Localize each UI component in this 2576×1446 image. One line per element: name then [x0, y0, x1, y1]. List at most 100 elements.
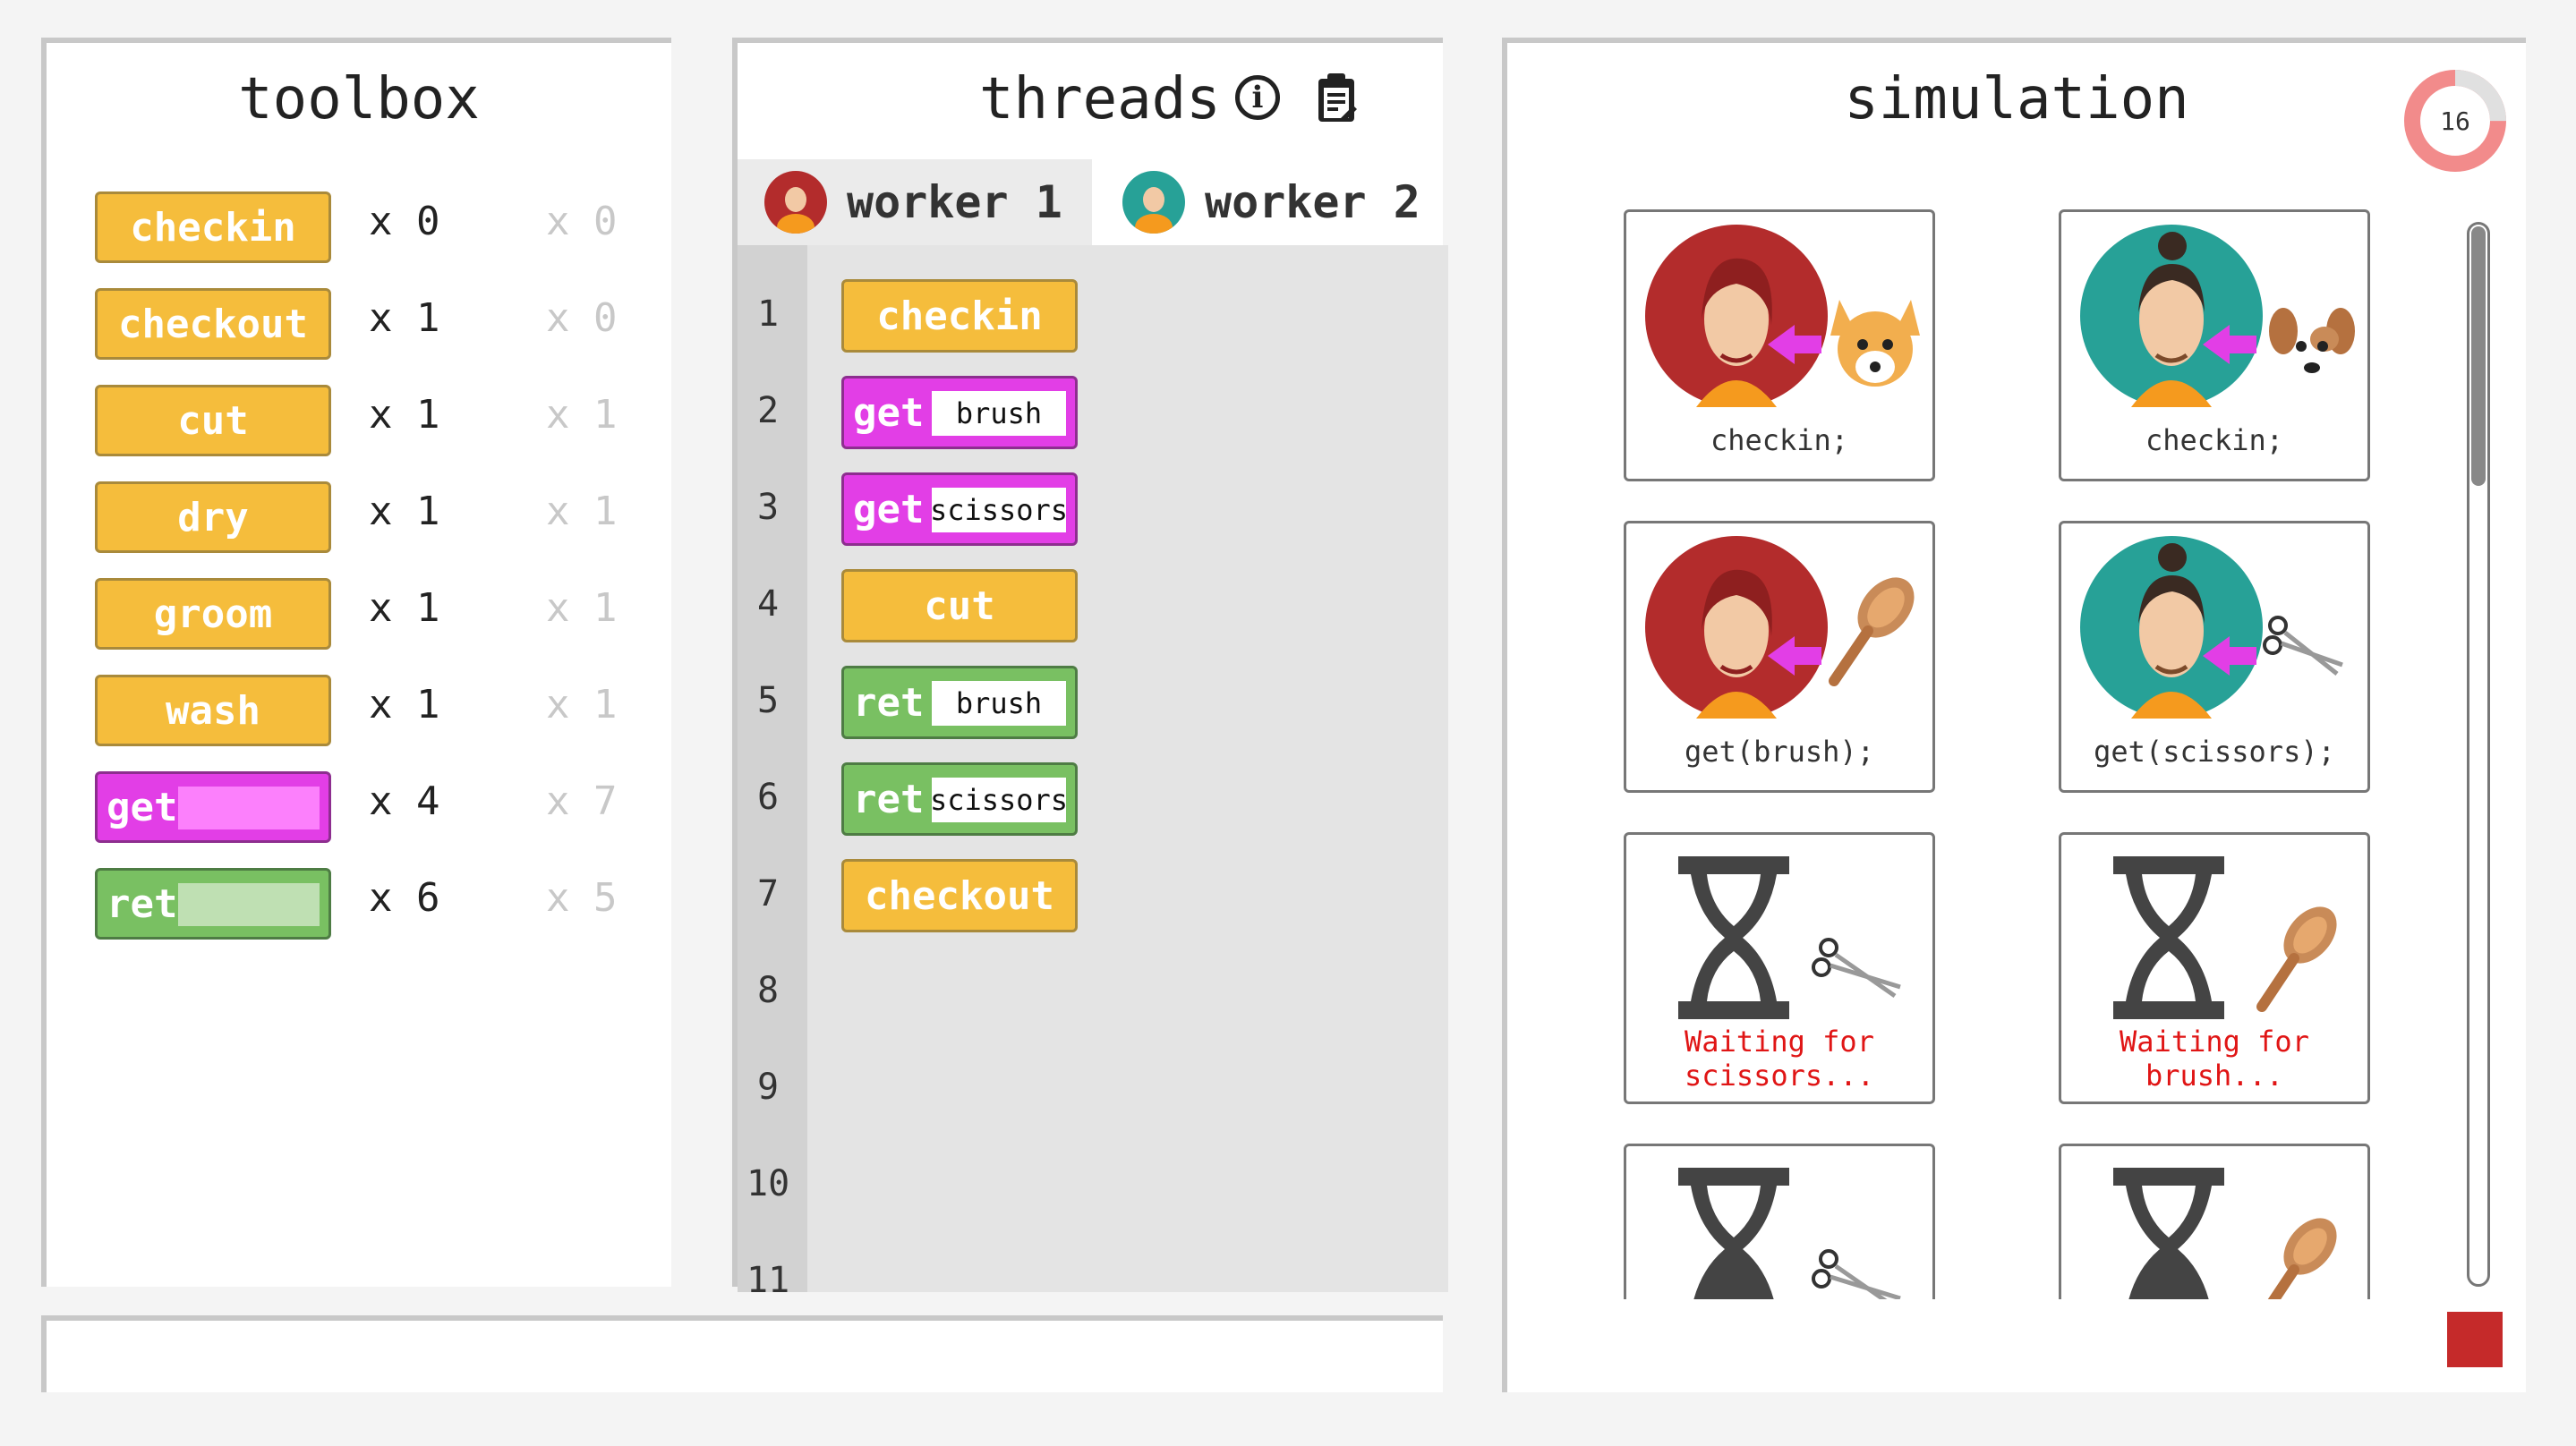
get-block-label: get	[107, 784, 178, 830]
checkout-count: x 1	[369, 295, 440, 341]
cut-count: x 1	[369, 392, 440, 438]
scrollbar-thumb[interactable]	[2471, 226, 2486, 486]
sim-card-label: checkin;	[1710, 423, 1849, 457]
groom-block[interactable]: groom	[95, 578, 331, 650]
groom-count: x 1	[369, 585, 440, 631]
checkin-count: x 0	[369, 199, 440, 244]
threads-panel: threads i worker 1 worker 2 1 2 3 4 5 6 …	[732, 38, 1448, 1292]
toolbox-row-groom: groom x 1 x 1	[95, 578, 686, 653]
line-number: 11	[746, 1260, 790, 1292]
checkout-limit: x 0	[546, 295, 618, 341]
wait-line: Waiting for	[1685, 1025, 1874, 1059]
sim-card: checkin;	[2059, 209, 2370, 481]
line-number: 10	[746, 1163, 790, 1204]
ret-block[interactable]: ret	[95, 868, 331, 940]
wait-line: brush...	[2145, 1059, 2284, 1093]
step-timer: 16	[2402, 68, 2508, 174]
toolbox-panel: toolbox checkin x 0 x 0 checkout x 1 x 0…	[41, 38, 671, 1287]
clipboard-icon[interactable]	[1316, 72, 1357, 123]
code-block-get-scissors[interactable]: get scissors	[841, 472, 1078, 546]
line-number: 4	[757, 583, 780, 625]
code-block-ret-brush[interactable]: ret brush	[841, 666, 1078, 739]
checkin-block[interactable]: checkin	[95, 191, 331, 263]
toolbox-row-wash: wash x 1 x 1	[95, 675, 686, 750]
code-block-arg[interactable]: scissors	[930, 488, 1068, 532]
line-number: 8	[757, 970, 780, 1011]
code-editor[interactable]: 1 2 3 4 5 6 7 8 9 10 11 checkin get brus…	[738, 245, 1448, 1292]
simulation-grid: checkin; checkin; get(brush); get(scisso…	[1507, 204, 2492, 1299]
code-block-checkin[interactable]: checkin	[841, 279, 1078, 353]
code-block-op: get	[853, 389, 925, 436]
simulation-scrollbar[interactable]	[2467, 222, 2490, 1287]
line-number: 1	[757, 293, 780, 335]
timer-value: 16	[2440, 106, 2470, 136]
worker-2-get-scissors-illustration	[2080, 536, 2343, 719]
toolbox-row-checkin: checkin x 0 x 0	[95, 191, 686, 267]
get-limit: x 7	[546, 778, 618, 824]
stop-button[interactable]	[2447, 1312, 2503, 1367]
code-block-arg[interactable]: scissors	[930, 778, 1068, 822]
wash-limit: x 1	[546, 682, 618, 727]
sim-card-label: get(scissors);	[2094, 735, 2335, 769]
toolbox-row-ret: ret x 6 x 5	[95, 868, 686, 943]
sim-card: Waiting for scissors...	[1624, 832, 1935, 1104]
console-panel	[41, 1315, 1443, 1392]
ret-limit: x 5	[546, 875, 618, 921]
wash-block[interactable]: wash	[95, 675, 331, 746]
code-block-arg[interactable]: brush	[932, 391, 1066, 436]
waiting-brush-illustration	[2113, 856, 2337, 1019]
get-count: x 4	[369, 778, 440, 824]
code-block-cut[interactable]: cut	[841, 569, 1078, 642]
code-block-checkout[interactable]: checkout	[841, 859, 1078, 932]
sim-card-label: Waiting for brush...	[2061, 1025, 2367, 1093]
code-block-op: ret	[853, 776, 925, 822]
worker-tabs: worker 1 worker 2	[738, 159, 1448, 245]
code-block-arg[interactable]: brush	[932, 681, 1066, 726]
checkin-limit: x 0	[546, 199, 618, 244]
sim-card: get(brush);	[1624, 521, 1935, 793]
sim-card-label: Waiting for scissors...	[1626, 1025, 1932, 1093]
tab-worker-2-label: worker 2	[1205, 176, 1420, 228]
tab-worker-2[interactable]: worker 2	[1092, 159, 1448, 245]
info-icon[interactable]: i	[1235, 75, 1280, 120]
line-number: 7	[757, 873, 780, 914]
waiting-scissors-illustration	[1678, 1168, 1901, 1299]
cut-limit: x 1	[546, 392, 618, 438]
dry-count: x 1	[369, 489, 440, 534]
code-block-op: ret	[853, 679, 925, 726]
dry-block[interactable]: dry	[95, 481, 331, 553]
checkout-block[interactable]: checkout	[95, 288, 331, 360]
wait-line: scissors...	[1685, 1059, 1874, 1093]
get-block[interactable]: get	[95, 771, 331, 843]
get-block-slot	[178, 787, 320, 829]
worker-1-avatar	[764, 171, 827, 234]
sim-card: Waiting for brush...	[2059, 832, 2370, 1104]
toolbox-row-checkout: checkout x 1 x 0	[95, 288, 686, 363]
sim-card	[1624, 1144, 1935, 1299]
waiting-brush-illustration	[2113, 1168, 2337, 1299]
tab-worker-1[interactable]: worker 1	[738, 159, 1092, 245]
worker-2-checkin-illustration	[2080, 225, 2355, 407]
sim-card-label: get(brush);	[1685, 735, 1874, 769]
worker-1-get-brush-illustration	[1645, 536, 1915, 719]
code-block-get-brush[interactable]: get brush	[841, 376, 1078, 449]
cut-block[interactable]: cut	[95, 385, 331, 456]
sim-card	[2059, 1144, 2370, 1299]
dry-limit: x 1	[546, 489, 618, 534]
worker-1-checkin-illustration	[1645, 225, 1920, 407]
line-number: 5	[757, 680, 780, 721]
wait-line: Waiting for	[2120, 1025, 2309, 1059]
toolbox-title: toolbox	[238, 66, 480, 132]
groom-limit: x 1	[546, 585, 618, 631]
toolbox-row-cut: cut x 1 x 1	[95, 385, 686, 460]
worker-2-avatar	[1122, 171, 1185, 234]
toolbox-row-get: get x 4 x 7	[95, 771, 686, 846]
line-number: 3	[757, 487, 780, 528]
waiting-scissors-illustration	[1678, 856, 1901, 1019]
tab-worker-1-label: worker 1	[847, 176, 1062, 228]
wash-count: x 1	[369, 682, 440, 727]
threads-title: threads	[979, 66, 1221, 132]
code-block-ret-scissors[interactable]: ret scissors	[841, 762, 1078, 836]
ret-count: x 6	[369, 875, 440, 921]
line-number: 6	[757, 777, 780, 818]
